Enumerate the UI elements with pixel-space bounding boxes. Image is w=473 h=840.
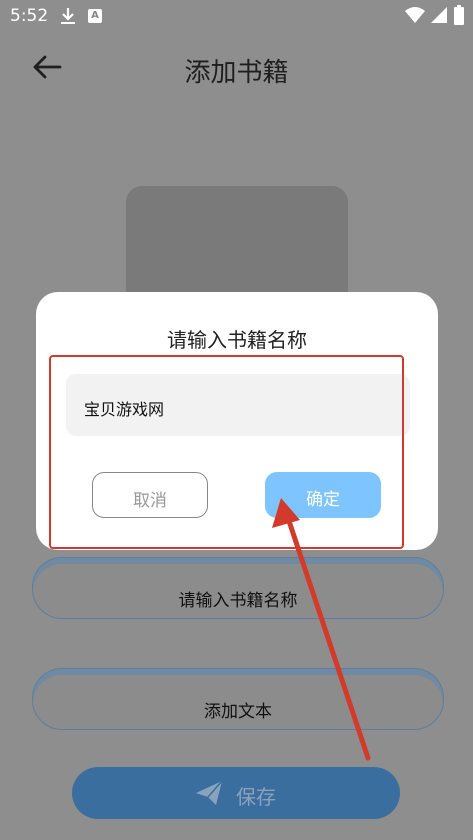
send-icon [196,780,223,805]
a-badge-icon: A [88,9,102,23]
book-name-button-label: 请输入书籍名称 [178,591,298,611]
wifi-icon [405,7,425,23]
book-name-button[interactable]: 请输入书籍名称 [32,557,444,619]
page-title: 添加书籍 [184,58,289,88]
battery-icon [454,5,464,25]
dialog-title: 请输入书籍名称 [167,328,307,352]
signal-icon [431,7,447,23]
annotation-highlight-box [49,355,404,549]
status-bar: 5:52 A [0,0,473,34]
download-icon [61,8,75,24]
add-text-button-label: 添加文本 [204,702,272,722]
add-text-button[interactable]: 添加文本 [32,668,444,730]
save-button-label: 保存 [236,785,276,809]
status-time: 5:52 [10,6,49,26]
